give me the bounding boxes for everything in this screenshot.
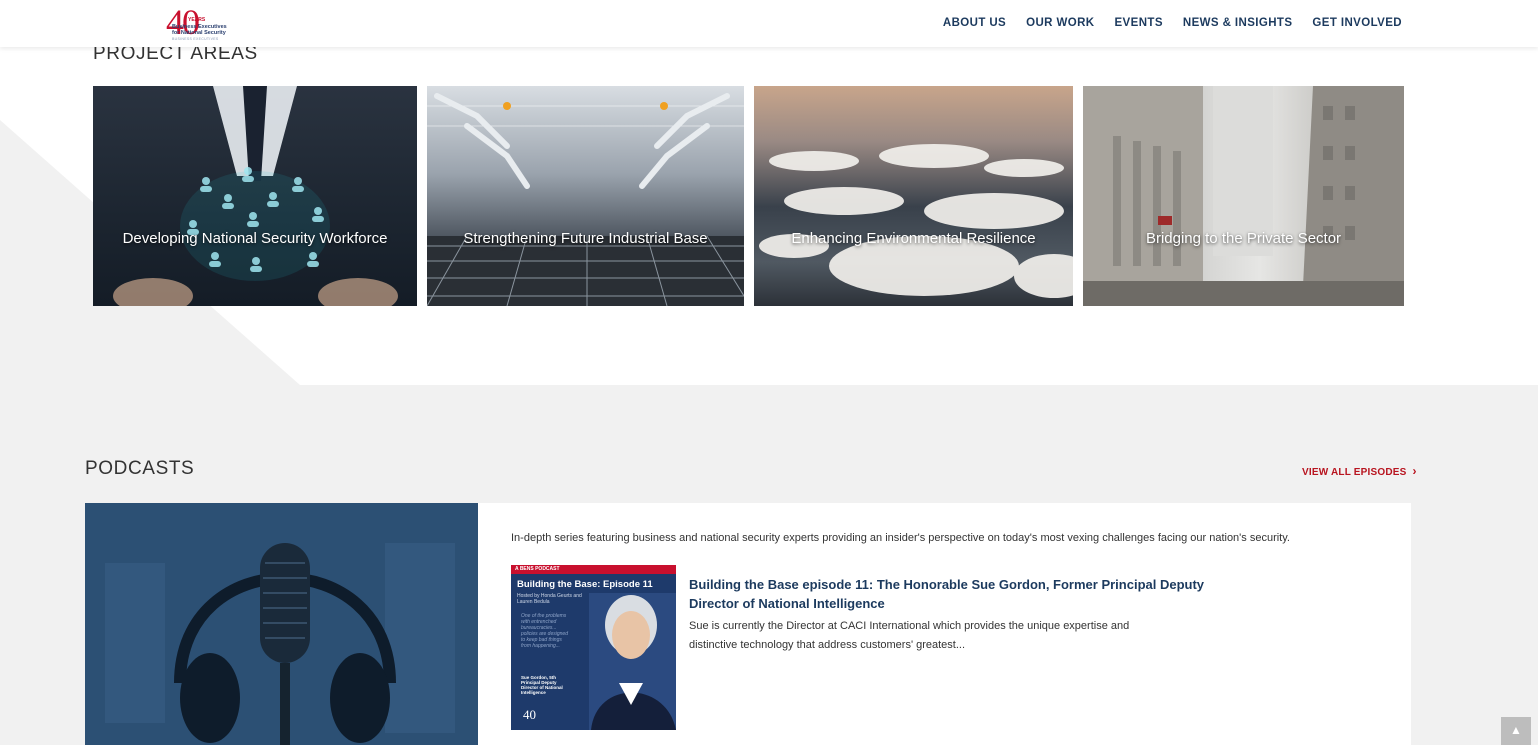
project-card-workforce[interactable]: Developing National Security Workforce bbox=[93, 86, 417, 306]
episode-excerpt: Sue is currently the Director at CACI In… bbox=[689, 620, 1130, 651]
nav-our-work[interactable]: OUR WORK bbox=[1026, 17, 1094, 29]
logo-tagline: BUSINESS EXECUTIVES bbox=[172, 37, 219, 41]
chevron-up-icon: ▲ bbox=[1510, 723, 1522, 737]
view-all-episodes-link[interactable]: VIEW ALL EPISODES › bbox=[1302, 464, 1417, 478]
microphone-headphones-image bbox=[85, 503, 478, 745]
workforce-image bbox=[113, 86, 398, 306]
view-all-label: VIEW ALL EPISODES bbox=[1302, 467, 1407, 478]
scroll-to-top-button[interactable]: ▲ bbox=[1501, 717, 1531, 745]
ice-floes bbox=[759, 144, 1073, 298]
robot-arms bbox=[434, 93, 730, 189]
project-card-private-sector[interactable]: Bridging to the Private Sector bbox=[1083, 86, 1404, 306]
private-sector-image bbox=[1083, 86, 1404, 306]
project-card-label: Enhancing Environmental Resilience bbox=[791, 230, 1036, 247]
guest-portrait bbox=[589, 593, 676, 730]
logo-years: YEARS bbox=[188, 17, 206, 23]
project-card-industrial[interactable]: Strengthening Future Industrial Base bbox=[427, 86, 744, 306]
nav-get-involved[interactable]: GET INVOLVED bbox=[1312, 17, 1402, 29]
nav-about-us[interactable]: ABOUT US bbox=[943, 17, 1006, 29]
podcast-hero-image bbox=[85, 503, 478, 745]
nav-events[interactable]: EVENTS bbox=[1114, 17, 1162, 29]
site-logo[interactable]: 40 YEARS Business Executives for Nationa… bbox=[166, 2, 250, 44]
podcast-description: In-depth series featuring business and n… bbox=[511, 532, 1290, 544]
project-card-label: Strengthening Future Industrial Base bbox=[463, 230, 708, 247]
project-card-label: Developing National Security Workforce bbox=[122, 230, 388, 247]
project-card-label: Bridging to the Private Sector bbox=[1145, 230, 1342, 247]
chevron-right-icon: › bbox=[1412, 464, 1417, 478]
logo-line-2: for National Security bbox=[172, 30, 226, 36]
site-header: 40 YEARS Business Executives for Nationa… bbox=[0, 0, 1538, 47]
podcasts-title: PODCASTS bbox=[85, 458, 195, 479]
industrial-image bbox=[427, 93, 744, 306]
nav-news-insights[interactable]: NEWS & INSIGHTS bbox=[1183, 17, 1293, 29]
episode-title-link[interactable]: Building the Base episode 11: The Honora… bbox=[689, 575, 1209, 613]
episode-thumbnail[interactable]: A BENS PODCAST Building the Base: Episod… bbox=[511, 565, 676, 730]
environmental-image bbox=[759, 144, 1073, 298]
project-card-environmental[interactable]: Enhancing Environmental Resilience bbox=[754, 86, 1073, 306]
main-nav: ABOUT US OUR WORK EVENTS NEWS & INSIGHTS… bbox=[943, 17, 1402, 29]
